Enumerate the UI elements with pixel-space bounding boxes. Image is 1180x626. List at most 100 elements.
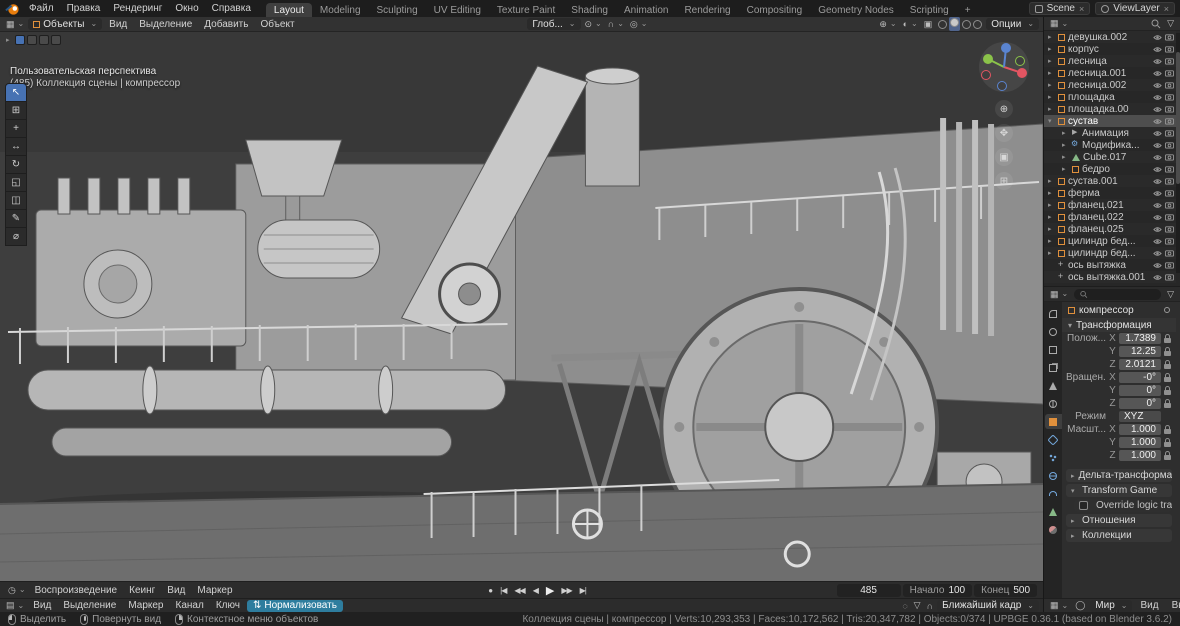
disclosure-icon[interactable]: ▸ xyxy=(1048,249,1055,257)
viewport-menu[interactable]: Выделение xyxy=(134,19,197,30)
outliner-item[interactable]: ▸ лесница.002 xyxy=(1044,79,1176,91)
hide-eye-icon[interactable] xyxy=(1153,105,1162,114)
number-field[interactable]: 2.0121 xyxy=(1119,359,1161,370)
lock-icon[interactable] xyxy=(1164,412,1173,421)
outliner-item[interactable]: ▸ фланец.025 xyxy=(1044,223,1176,235)
hide-eye-icon[interactable] xyxy=(1153,141,1162,150)
properties-filter-icon[interactable]: ▽ xyxy=(1165,289,1176,300)
camera-visibility-icon[interactable] xyxy=(1165,249,1174,257)
camera-visibility-icon[interactable] xyxy=(1165,153,1174,161)
render-tab-icon[interactable] xyxy=(1045,324,1062,339)
topbar-menu[interactable]: Справка xyxy=(206,2,257,15)
hide-eye-icon[interactable] xyxy=(1153,249,1162,258)
output-tab-icon[interactable] xyxy=(1045,342,1062,357)
play-reverse-button[interactable]: ◀ xyxy=(530,586,541,595)
workspace-tab[interactable]: Modeling xyxy=(312,3,369,17)
number-field[interactable]: 1.000 xyxy=(1119,424,1161,435)
disclosure-icon[interactable]: ▸ xyxy=(1048,69,1055,77)
lock-icon[interactable] xyxy=(1164,334,1173,343)
number-field[interactable]: 0° xyxy=(1119,398,1161,409)
disclosure-icon[interactable]: ▸ xyxy=(1048,81,1055,89)
search-input[interactable] xyxy=(1091,289,1155,299)
camera-visibility-icon[interactable] xyxy=(1165,93,1174,101)
outliner-item[interactable]: ▸ фланец.022 xyxy=(1044,211,1176,223)
viewport-menu[interactable]: Добавить xyxy=(199,19,253,30)
disclosure-icon[interactable]: ▸ xyxy=(1048,93,1055,101)
timeline-menu[interactable]: Кеинг xyxy=(124,585,160,596)
camera-visibility-icon[interactable] xyxy=(1165,81,1174,89)
pan-icon[interactable]: ✥ xyxy=(995,124,1013,142)
lock-icon[interactable] xyxy=(1164,438,1173,447)
workspace-tab[interactable]: Geometry Nodes xyxy=(810,3,902,17)
snap-magnet-icon[interactable]: ∩ xyxy=(925,601,935,611)
select-mode-new-icon[interactable] xyxy=(15,35,25,45)
disclosure-icon[interactable]: ▸ xyxy=(1048,177,1055,185)
data-tab-icon[interactable] xyxy=(1045,504,1062,519)
disclosure-icon[interactable]: ▸ xyxy=(1048,105,1055,113)
outliner-item[interactable]: ▸ фланец.021 xyxy=(1044,199,1176,211)
proportional-editing-icon[interactable]: ◎ xyxy=(628,19,650,30)
camera-visibility-icon[interactable] xyxy=(1165,177,1174,185)
annotate-tool[interactable]: ✎ xyxy=(5,209,27,228)
workspace-tab[interactable]: Animation xyxy=(616,3,676,17)
disclosure-icon[interactable]: ▸ xyxy=(1048,189,1055,197)
workspace-tab[interactable]: + xyxy=(957,3,979,17)
panel-section-header[interactable]: ▸ Дельта-трансформация xyxy=(1066,469,1172,482)
scene-unlink-icon[interactable]: × xyxy=(1079,4,1084,14)
lock-icon[interactable] xyxy=(1164,373,1173,382)
disclosure-icon[interactable]: ▸ xyxy=(1062,129,1069,137)
hide-eye-icon[interactable] xyxy=(1153,69,1162,78)
hide-eye-icon[interactable] xyxy=(1153,201,1162,210)
editor-type-button[interactable]: ▦ xyxy=(4,19,26,30)
camera-visibility-icon[interactable] xyxy=(1165,105,1174,113)
rotate-tool[interactable]: ↻ xyxy=(5,155,27,174)
world-editor-menu[interactable]: Выд xyxy=(1167,600,1180,611)
dopesheet-menu[interactable]: Выделение xyxy=(58,600,121,611)
topbar-menu[interactable]: Окно xyxy=(169,2,204,15)
camera-visibility-icon[interactable] xyxy=(1165,69,1174,77)
workspace-tab[interactable]: Rendering xyxy=(676,3,738,17)
snap-magnet-icon[interactable]: ∩ xyxy=(606,19,626,29)
frame-start-field[interactable]: Начало 100 xyxy=(903,584,973,597)
outliner-item[interactable]: ▸ лесница.001 xyxy=(1044,67,1176,79)
hide-eye-icon[interactable] xyxy=(1153,117,1162,126)
scene-tab-icon[interactable] xyxy=(1045,378,1062,393)
select-mode-subtract-icon[interactable] xyxy=(39,35,49,45)
measure-tool[interactable]: ⌀ xyxy=(5,227,27,246)
hide-eye-icon[interactable] xyxy=(1153,189,1162,198)
panel-section-header[interactable]: ▾ Transform Game xyxy=(1066,484,1172,497)
tool-tab-icon[interactable] xyxy=(1045,306,1062,321)
world-editor-menu[interactable]: Вид xyxy=(1135,600,1163,611)
outliner-scrollbar[interactable] xyxy=(1176,33,1180,273)
hide-eye-icon[interactable] xyxy=(1153,45,1162,54)
transform-panel-header[interactable]: Трансформация xyxy=(1062,318,1176,332)
outliner-item[interactable]: ▸ бедро xyxy=(1044,163,1176,175)
hide-eye-icon[interactable] xyxy=(1153,33,1162,42)
zoom-icon[interactable]: ⊕ xyxy=(995,100,1013,118)
options-dropdown[interactable]: Опции xyxy=(986,18,1039,30)
camera-visibility-icon[interactable] xyxy=(1165,213,1174,221)
outliner-item[interactable]: ось вытяжка xyxy=(1044,259,1176,271)
timeline-editor-type-button[interactable]: ◷ xyxy=(6,585,28,596)
camera-visibility-icon[interactable] xyxy=(1165,45,1174,53)
camera-visibility-icon[interactable] xyxy=(1165,237,1174,245)
world-tab-icon[interactable] xyxy=(1045,396,1062,411)
hide-eye-icon[interactable] xyxy=(1153,81,1162,90)
outliner-item[interactable]: ▾ сустав xyxy=(1044,115,1176,127)
hide-eye-icon[interactable] xyxy=(1153,213,1162,222)
dopesheet-menu[interactable]: Маркер xyxy=(123,600,168,611)
workspace-tab[interactable]: Sculpting xyxy=(369,3,426,17)
scene-selector[interactable]: Scene × xyxy=(1029,2,1091,15)
dopesheet-menu[interactable]: Ключ xyxy=(211,600,245,611)
show-gizmo-icon[interactable]: ⊕ xyxy=(877,19,898,30)
scale-tool[interactable]: ◱ xyxy=(5,173,27,192)
disclosure-icon[interactable]: ▸ xyxy=(1048,57,1055,65)
lock-icon[interactable] xyxy=(1164,360,1173,369)
topbar-menu[interactable]: Правка xyxy=(61,2,107,15)
play-button[interactable]: ▶ xyxy=(543,584,556,597)
hide-eye-icon[interactable] xyxy=(1153,237,1162,246)
camera-visibility-icon[interactable] xyxy=(1165,33,1174,41)
camera-visibility-icon[interactable] xyxy=(1165,165,1174,173)
workspace-tab[interactable]: Compositing xyxy=(739,3,811,17)
camera-visibility-icon[interactable] xyxy=(1165,189,1174,197)
